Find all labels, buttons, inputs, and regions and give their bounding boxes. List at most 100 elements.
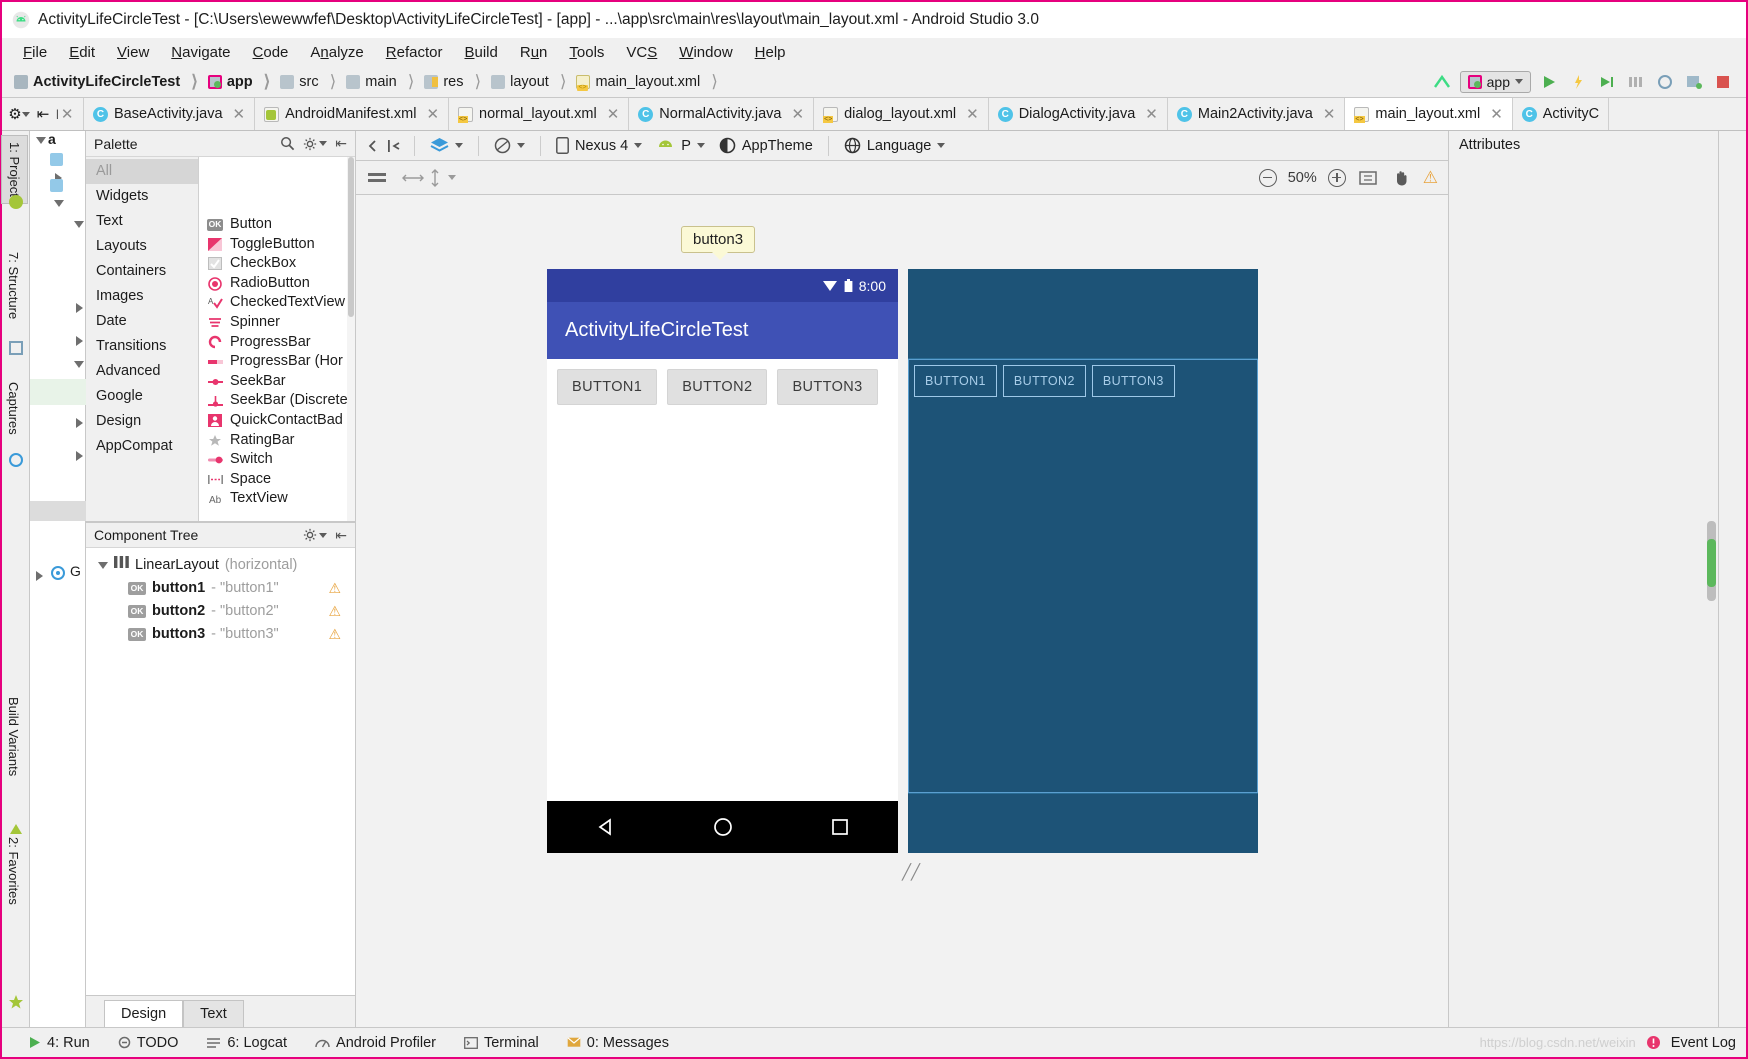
palette-item-progressbar[interactable]: ProgressBar <box>199 333 355 353</box>
tool-window-build-variants[interactable]: Build Variants <box>1 691 26 782</box>
palette-item-textview[interactable]: Ab TextView <box>199 489 355 509</box>
blueprint-button-2[interactable]: BUTTON2 <box>1002 365 1086 397</box>
blueprint-button-1[interactable]: BUTTON1 <box>914 365 997 397</box>
menu-file[interactable]: File <box>12 42 58 63</box>
editor-tab-main2activity[interactable]: C Main2Activity.java ✕ <box>1167 98 1346 130</box>
breadcrumb-item-layout[interactable]: layout ⟩ <box>485 72 570 92</box>
breadcrumb-item-res[interactable]: res ⟩ <box>418 72 485 92</box>
palette-category-containers[interactable]: Containers <box>86 259 198 284</box>
menu-run[interactable]: Run <box>509 42 559 63</box>
attach-debugger-icon[interactable] <box>1596 71 1618 93</box>
palette-category-text[interactable]: Text <box>86 209 198 234</box>
palette-item-radiobutton[interactable]: RadioButton <box>199 274 355 294</box>
collapse-icon[interactable]: ⇤ <box>32 103 54 125</box>
palette-category-layouts[interactable]: Layouts <box>86 234 198 259</box>
device-preview[interactable]: 8:00 ActivityLifeCircleTest BUTTON1 BUTT… <box>547 269 898 853</box>
close-icon[interactable]: ✕ <box>61 105 74 123</box>
status-messages[interactable]: 0: Messages <box>553 1035 683 1051</box>
palette-category-date[interactable]: Date <box>86 309 198 334</box>
breadcrumb-item-project[interactable]: ActivityLifeCircleTest ⟩ <box>8 72 202 92</box>
avd-manager-icon[interactable] <box>1683 71 1705 93</box>
blueprint-preview[interactable]: BUTTON1 BUTTON2 BUTTON3 <box>908 269 1258 853</box>
chevron-right-icon[interactable] <box>76 451 83 461</box>
palette-item-progressbar-horizontal[interactable]: ProgressBar (Hor <box>199 352 355 372</box>
palette-item-quickcontactbadge[interactable]: QuickContactBad <box>199 411 355 431</box>
menu-window[interactable]: Window <box>668 42 743 63</box>
editor-tab-dialog-layout[interactable]: dialog_layout.xml ✕ <box>814 98 989 130</box>
blueprint-button-3[interactable]: BUTTON3 <box>1091 365 1175 397</box>
home-circle-icon[interactable] <box>712 816 734 838</box>
warning-icon[interactable]: ⚠ <box>328 623 341 646</box>
palette-category-widgets[interactable]: Widgets <box>86 184 198 209</box>
profiler-icon[interactable] <box>1654 71 1676 93</box>
menu-tools[interactable]: Tools <box>558 42 615 63</box>
breadcrumb-item-main[interactable]: main ⟩ <box>340 72 418 92</box>
warning-icon[interactable]: ⚠ <box>328 600 341 623</box>
close-icon[interactable]: ✕ <box>1145 105 1158 123</box>
zoom-out-icon[interactable] <box>1258 168 1277 187</box>
table-row[interactable]: OK button2 - "button2" ⚠ <box>86 600 355 623</box>
close-icon[interactable]: ✕ <box>1323 105 1336 123</box>
gear-icon[interactable] <box>303 528 328 542</box>
warning-icon[interactable]: ⚠ <box>328 577 341 600</box>
menu-analyze[interactable]: Analyze <box>299 42 374 63</box>
close-icon[interactable]: ✕ <box>966 105 979 123</box>
chevron-right-icon[interactable] <box>76 418 83 428</box>
tool-window-captures[interactable]: Captures <box>1 376 26 441</box>
tab-design[interactable]: Design <box>104 1000 184 1027</box>
back-icon[interactable] <box>362 135 384 157</box>
preview-button-3[interactable]: BUTTON3 <box>777 369 878 405</box>
palette-item-button[interactable]: OK Button <box>199 215 355 235</box>
theme-selector[interactable]: AppTheme <box>712 137 820 154</box>
chevron-down-icon[interactable] <box>74 221 84 228</box>
collapse-icon[interactable]: ⇤ <box>335 135 347 152</box>
close-icon[interactable]: ✕ <box>1490 105 1503 123</box>
recents-square-icon[interactable] <box>830 817 850 837</box>
language-selector[interactable]: Language <box>837 137 953 154</box>
palette-item-checkedtextview[interactable]: A CheckedTextView <box>199 293 355 313</box>
pan-hand-icon[interactable] <box>1390 167 1412 189</box>
palette-item-checkbox[interactable]: CheckBox <box>199 254 355 274</box>
editor-tab-baseactivity[interactable]: C BaseActivity.java ✕ <box>84 98 256 130</box>
tool-window-structure[interactable]: 7: Structure <box>1 246 26 325</box>
status-logcat[interactable]: 6: Logcat <box>192 1035 301 1051</box>
palette-category-google[interactable]: Google <box>86 384 198 409</box>
close-icon[interactable]: ✕ <box>792 105 805 123</box>
palette-category-transitions[interactable]: Transitions <box>86 334 198 359</box>
palette-item-switch[interactable]: Switch <box>199 450 355 470</box>
warning-icon[interactable]: ⚠ <box>1423 168 1438 188</box>
menu-build[interactable]: Build <box>453 42 508 63</box>
palette-category-all[interactable]: All <box>86 159 198 184</box>
branch-icon[interactable] <box>1431 71 1453 93</box>
breadcrumb-item-app[interactable]: app ⟩ <box>202 72 274 92</box>
menu-help[interactable]: Help <box>744 42 797 63</box>
chevron-right-icon[interactable] <box>36 571 43 581</box>
back-triangle-icon[interactable] <box>595 817 617 837</box>
coverage-icon[interactable] <box>1625 71 1647 93</box>
tool-window-favorites[interactable]: 2: Favorites <box>1 831 26 911</box>
search-icon[interactable] <box>280 136 295 151</box>
tab-text[interactable]: Text <box>183 1000 244 1027</box>
menu-edit[interactable]: Edit <box>58 42 106 63</box>
palette-item-spinner[interactable]: Spinner <box>199 313 355 333</box>
editor-tab-activityc[interactable]: C ActivityC <box>1512 98 1610 130</box>
collapse-icon[interactable]: ⇤ <box>335 527 347 544</box>
hamburger-icon[interactable] <box>366 167 388 189</box>
chevron-down-icon[interactable] <box>36 137 46 144</box>
api-selector[interactable]: P <box>649 138 712 154</box>
menu-code[interactable]: Code <box>242 42 300 63</box>
palette-item-seekbar[interactable]: SeekBar <box>199 372 355 392</box>
preview-button-2[interactable]: BUTTON2 <box>667 369 768 405</box>
preview-button-1[interactable]: BUTTON1 <box>557 369 658 405</box>
chevron-right-icon[interactable] <box>76 303 83 313</box>
project-tree-strip[interactable]: a G <box>30 131 86 1027</box>
palette-scrollbar[interactable] <box>347 157 355 521</box>
status-terminal[interactable]: Terminal <box>450 1035 553 1051</box>
close-icon[interactable]: ✕ <box>426 105 439 123</box>
editor-tab-normal-layout[interactable]: normal_layout.xml ✕ <box>449 98 630 130</box>
resize-handle-icon[interactable]: ╱╱ <box>902 863 920 881</box>
palette-item-togglebutton[interactable]: ToggleButton <box>199 235 355 255</box>
status-android-profiler[interactable]: Android Profiler <box>301 1035 450 1051</box>
menu-navigate[interactable]: Navigate <box>160 42 241 63</box>
menu-refactor[interactable]: Refactor <box>375 42 454 63</box>
